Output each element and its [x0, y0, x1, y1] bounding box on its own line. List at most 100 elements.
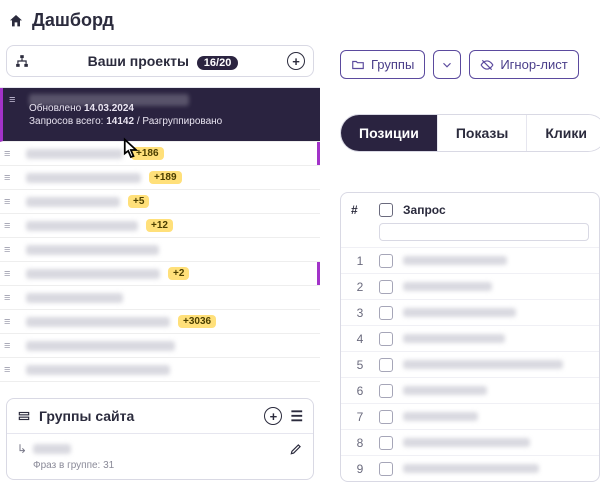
project-row[interactable]: ≡ +12 [0, 214, 320, 238]
query-text-blurred [403, 412, 478, 421]
row-checkbox[interactable] [379, 332, 393, 346]
row-checkbox[interactable] [379, 436, 393, 450]
drag-handle-icon[interactable]: ≡ [4, 364, 18, 376]
groups-dropdown-button[interactable] [433, 50, 461, 79]
query-text-blurred [403, 282, 492, 291]
project-row[interactable]: ≡ +2 [0, 262, 320, 286]
project-row[interactable]: ≡ [0, 334, 320, 358]
project-name-blurred [26, 293, 123, 303]
row-checkbox[interactable] [379, 306, 393, 320]
table-row[interactable]: 4 [341, 325, 599, 351]
query-text-blurred [403, 256, 507, 265]
select-all-checkbox[interactable] [379, 203, 393, 217]
project-change-badge: +3036 [178, 315, 216, 328]
query-filter-input[interactable] [379, 223, 589, 241]
group-name-blurred [33, 444, 71, 454]
query-text-blurred [403, 438, 530, 447]
drag-handle-icon[interactable]: ≡ [4, 172, 18, 184]
tab-positions[interactable]: Позиции [341, 115, 438, 151]
drag-handle-icon[interactable]: ≡ [4, 340, 18, 352]
drag-handle-icon[interactable]: ≡ [4, 220, 18, 232]
project-name-blurred [26, 245, 159, 255]
groups-title: Группы сайта [39, 408, 134, 424]
row-checkbox[interactable] [379, 384, 393, 398]
projects-label: Ваши проекты 16/20 [39, 53, 287, 70]
row-index: 5 [351, 358, 369, 372]
home-icon [8, 13, 24, 29]
projects-count-badge: 16/20 [197, 56, 239, 70]
project-row[interactable]: ≡ +3036 [0, 310, 320, 334]
project-name-blurred [26, 365, 170, 375]
project-row[interactable]: ≡ +189 [0, 166, 320, 190]
queries-table: # Запрос 1 2 3 4 5 6 7 [340, 192, 600, 482]
row-checkbox[interactable] [379, 358, 393, 372]
row-index: 8 [351, 436, 369, 450]
row-checkbox[interactable] [379, 254, 393, 268]
table-row[interactable]: 3 [341, 299, 599, 325]
layers-icon [17, 409, 31, 423]
table-row[interactable]: 6 [341, 377, 599, 403]
project-name-blurred [26, 317, 170, 327]
row-checkbox[interactable] [379, 462, 393, 476]
table-row[interactable]: 1 [341, 247, 599, 273]
project-row-active[interactable]: ≡ Обновлено 14.03.2024 Запросов всего: 1… [0, 88, 320, 142]
add-project-button[interactable]: + [287, 52, 305, 70]
list-view-button[interactable]: ☰ [290, 408, 303, 425]
project-change-badge: +189 [149, 171, 182, 184]
project-row[interactable]: ≡ [0, 358, 320, 382]
row-checkbox[interactable] [379, 280, 393, 294]
project-name-blurred [26, 149, 123, 159]
table-row[interactable]: 5 [341, 351, 599, 377]
row-index: 9 [351, 462, 369, 476]
row-index: 3 [351, 306, 369, 320]
drag-handle-icon[interactable]: ≡ [4, 196, 18, 208]
row-index: 2 [351, 280, 369, 294]
group-item[interactable]: ↳ [17, 442, 303, 456]
project-change-badge: +2 [168, 267, 189, 280]
accent-bar [317, 262, 320, 285]
projects-list: ≡ Обновлено 14.03.2024 Запросов всего: 1… [0, 87, 320, 382]
table-row[interactable]: 7 [341, 403, 599, 429]
groups-button[interactable]: Группы [340, 50, 425, 79]
query-text-blurred [403, 308, 516, 317]
caret-down-icon [440, 58, 454, 72]
ignore-list-button[interactable]: Игнор-лист [469, 50, 578, 79]
project-name-blurred [26, 341, 175, 351]
drag-handle-icon[interactable]: ≡ [4, 268, 18, 280]
add-group-button[interactable]: + [264, 407, 282, 425]
row-index: 4 [351, 332, 369, 346]
site-groups-card: Группы сайта + ☰ ↳ Фраз в группе: 31 [6, 398, 314, 480]
tab-shows[interactable]: Показы [438, 115, 528, 151]
query-text-blurred [403, 386, 487, 395]
column-number-header: # [351, 203, 369, 217]
eye-off-icon [480, 58, 494, 72]
edit-icon[interactable] [289, 442, 303, 456]
project-row[interactable]: ≡ +186 [0, 142, 320, 166]
project-change-badge: +5 [128, 195, 149, 208]
drag-handle-icon[interactable]: ≡ [4, 148, 18, 160]
row-index: 7 [351, 410, 369, 424]
table-row[interactable]: 8 [341, 429, 599, 455]
row-index: 6 [351, 384, 369, 398]
project-change-badge: +186 [131, 147, 164, 160]
tabs: Позиции Показы Клики [340, 114, 600, 152]
drag-handle-icon[interactable]: ≡ [9, 94, 23, 106]
accent-bar [317, 142, 320, 165]
table-row[interactable]: 9 [341, 455, 599, 481]
dashboard-header: Дашборд [0, 0, 320, 45]
drag-handle-icon[interactable]: ≡ [4, 244, 18, 256]
tab-clicks[interactable]: Клики [527, 115, 600, 151]
project-name-blurred [26, 269, 160, 279]
project-row[interactable]: ≡ +5 [0, 190, 320, 214]
row-checkbox[interactable] [379, 410, 393, 424]
project-name-blurred [29, 94, 189, 106]
project-name-blurred [26, 173, 141, 183]
project-row[interactable]: ≡ [0, 238, 320, 262]
table-row[interactable]: 2 [341, 273, 599, 299]
project-change-badge: +12 [146, 219, 173, 232]
drag-handle-icon[interactable]: ≡ [4, 292, 18, 304]
page-title: Дашборд [32, 10, 114, 31]
project-row[interactable]: ≡ [0, 286, 320, 310]
column-query-header: Запрос [403, 203, 446, 217]
drag-handle-icon[interactable]: ≡ [4, 316, 18, 328]
